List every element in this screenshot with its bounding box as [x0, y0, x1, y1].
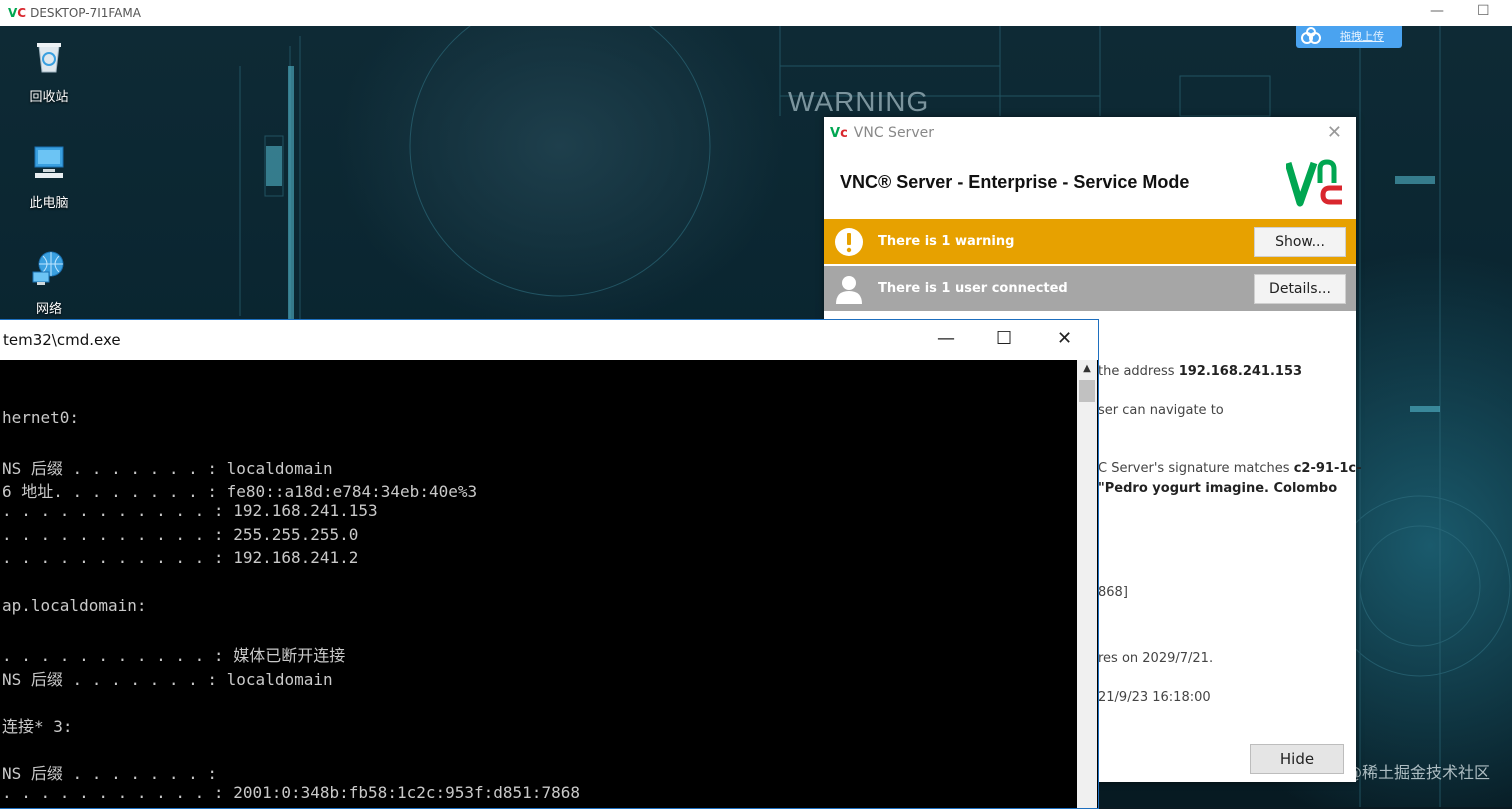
vnc-viewer-logo-icon: VC	[8, 6, 27, 20]
desktop-icon-label: 网络	[35, 302, 62, 317]
vnc-server-titlebar: Vc VNC Server ✕	[824, 117, 1356, 149]
cmd-maximize-button[interactable]: ☐	[996, 328, 1012, 349]
cmd-titlebar[interactable]: tem32\cmd.exe — ☐ ✕	[0, 320, 1098, 360]
user-status-text: There is 1 user connected	[878, 281, 1068, 296]
console-line: hernet0:	[2, 408, 80, 427]
desktop-icon-this-pc[interactable]: 此电脑	[9, 142, 89, 211]
recycle-bin-icon	[37, 43, 61, 73]
info-line-catchphrase: "Pedro yogurt imagine. Colombo	[1098, 481, 1338, 496]
warning-status-row: There is 1 warning Show...	[824, 219, 1356, 264]
desktop-icon-label: 此电脑	[29, 196, 69, 211]
scroll-up-arrow-icon[interactable]: ▲	[1077, 360, 1097, 378]
hide-button[interactable]: Hide	[1250, 744, 1344, 774]
console-line: 6 地址. . . . . . . . : fe80::a18d:e784:34…	[2, 482, 478, 501]
warning-status-text: There is 1 warning	[878, 234, 1015, 249]
viewer-titlebar: VC DESKTOP-7I1FAMA — ☐	[0, 0, 1512, 26]
info-line-signature: C Server's signature matches c2-91-1c-	[1098, 461, 1362, 476]
cmd-scrollbar[interactable]: ▲	[1077, 360, 1097, 808]
desktop-icon-label: 回收站	[29, 90, 69, 105]
console-line: NS 后缀 . . . . . . . :	[2, 764, 218, 783]
user-status-row: There is 1 user connected Details...	[824, 264, 1356, 311]
wallpaper-warning-text: WARNING	[788, 86, 930, 117]
viewer-maximize-button[interactable]: ☐	[1477, 3, 1490, 19]
drag-upload-label: 拖拽上传	[1340, 30, 1384, 43]
drag-upload-button[interactable]: 拖拽上传	[1296, 26, 1402, 48]
vnc-server-window-title: VNC Server	[853, 125, 934, 141]
network-icon	[32, 251, 64, 285]
user-details-button[interactable]: Details...	[1254, 274, 1346, 304]
cmd-close-button[interactable]: ✕	[1057, 328, 1072, 349]
baidu-cloud-icon	[1301, 27, 1321, 44]
watermark-text: @稀土掘金技术社区	[1345, 763, 1490, 782]
console-line: NS 后缀 . . . . . . . : localdomain	[2, 670, 333, 689]
viewer-title: DESKTOP-7I1FAMA	[30, 6, 141, 20]
console-line: . . . . . . . . . . . : 192.168.241.153	[2, 501, 378, 520]
user-icon	[836, 275, 862, 304]
vnc-server-header: VNC® Server - Enterprise - Service Mode	[824, 149, 1356, 219]
vnc-logo-icon	[1286, 159, 1342, 207]
desktop-icon-network[interactable]: 网络	[9, 248, 89, 317]
console-line: 连接* 3:	[2, 717, 73, 736]
console-line: NS 后缀 . . . . . . . : localdomain	[2, 459, 333, 478]
cmd-window-title: tem32\cmd.exe	[3, 331, 121, 349]
cmd-window[interactable]: tem32\cmd.exe — ☐ ✕ hernet0: NS 后缀 . . .…	[0, 319, 1099, 809]
vnc-server-heading: VNC® Server - Enterprise - Service Mode	[840, 172, 1190, 192]
console-line: ap.localdomain:	[2, 596, 147, 615]
console-line: . . . . . . . . . . . : 192.168.241.2	[2, 548, 359, 567]
vnc-server-close-button[interactable]: ✕	[1327, 122, 1342, 143]
warning-icon	[835, 227, 863, 256]
desktop-icon-recycle-bin[interactable]: 回收站	[9, 36, 89, 105]
console-line: . . . . . . . . . . . : 媒体已断开连接	[2, 646, 346, 665]
info-line-navigate: ser can navigate to	[1098, 403, 1224, 418]
viewer-minimize-button[interactable]: —	[1430, 3, 1444, 19]
scrollbar-thumb[interactable]	[1079, 380, 1095, 402]
show-warnings-button[interactable]: Show...	[1254, 227, 1346, 257]
computer-icon	[34, 146, 64, 178]
cmd-console-output[interactable]: hernet0: NS 后缀 . . . . . . . : localdoma…	[0, 360, 1077, 808]
info-line-expiry: res on 2029/7/21.	[1098, 651, 1214, 666]
info-line-timestamp: 21/9/23 16:18:00	[1098, 690, 1211, 705]
info-line-port: 868]	[1098, 585, 1128, 600]
cmd-minimize-button[interactable]: —	[937, 328, 955, 349]
console-line: . . . . . . . . . . . : 255.255.255.0	[2, 525, 359, 544]
console-line: . . . . . . . . . . . : 2001:0:348b:fb58…	[2, 783, 580, 802]
vnc-mini-logo-icon: Vc	[830, 125, 848, 141]
info-line-address: the address 192.168.241.153	[1098, 364, 1303, 379]
